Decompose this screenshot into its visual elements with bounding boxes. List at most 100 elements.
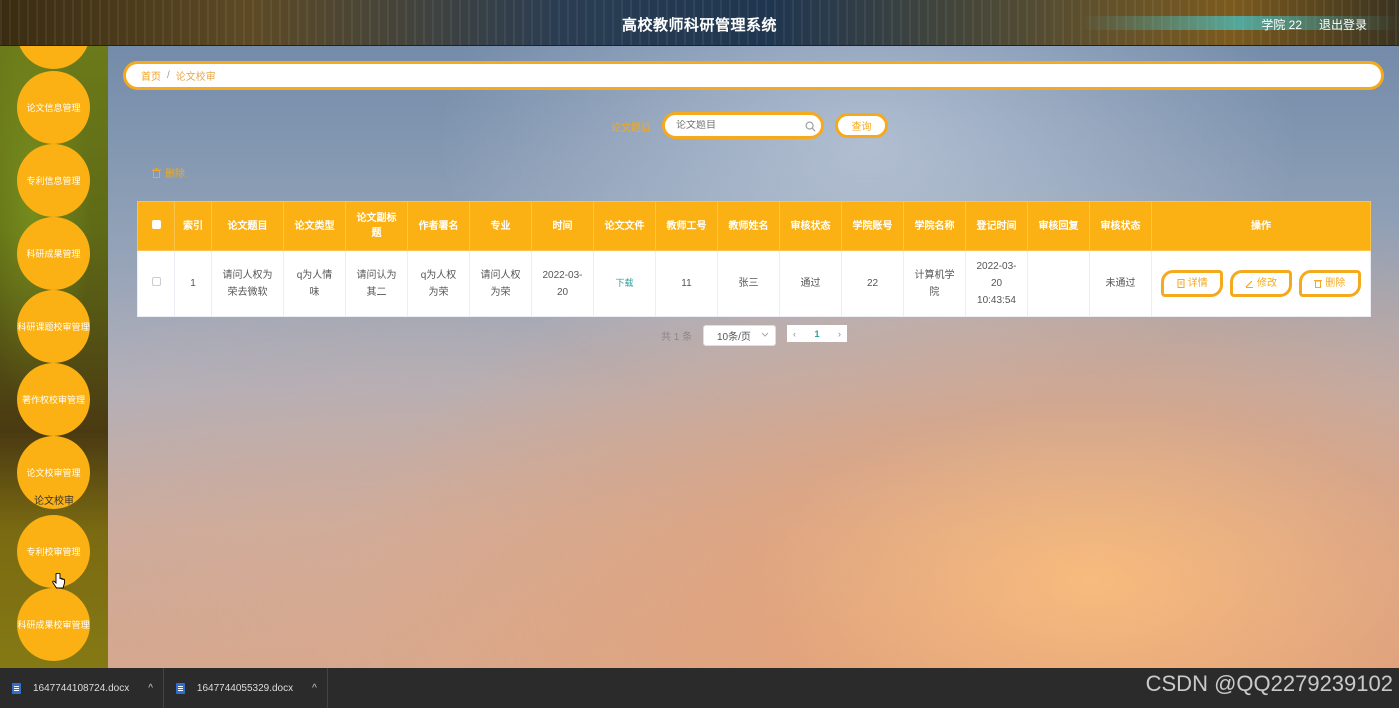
sidebar-item-label: 科研成果管理 [26,249,81,259]
row-checkbox[interactable] [151,277,161,286]
cell-index: 1 [174,250,212,317]
trash-icon [152,167,161,178]
breadcrumb-current: 论文校审 [175,72,216,83]
column-header: 教师工号 [655,201,718,251]
cell-college-name: 计算机学院 [903,250,966,317]
batch-delete-label: 删除 [165,169,185,180]
sidebar-item-label: 专利校审管理 [26,547,81,557]
app-title: 高校教师科研管理系统 [621,17,777,34]
cell-status: 通过 [779,250,842,317]
sidebar-item-label: 科研课题校审管理 [17,322,90,332]
cell-major: 请问人权为荣 [469,250,532,317]
chevron-up-icon[interactable]: ^ [148,683,153,694]
breadcrumb: 首页 / 论文校审 [123,61,1384,90]
select-all-cell [137,201,175,251]
search-icon [805,121,816,132]
column-header: 教师姓名 [717,201,780,251]
chevron-up-icon[interactable]: ^ [312,683,317,694]
row-select-cell [137,250,175,317]
cell-register-time: 2022-03-20 10:43:54 [965,250,1028,317]
column-header: 论文文件 [593,201,656,251]
column-header: 登记时间 [965,201,1028,251]
word-document-icon [12,682,21,694]
download-item[interactable]: 1647744055329.docx ^ [164,668,328,708]
column-header: 学院账号 [841,201,904,251]
sidebar-item-label: 著作权校审管理 [21,395,85,405]
prev-page-icon[interactable]: ‹ [793,329,796,339]
sidebar-item-results-review[interactable]: 科研成果校审管理 [17,588,90,661]
column-header: 作者署名 [407,201,470,251]
sidebar-item-label: 专利信息管理 [26,176,81,186]
page-size-value: 10条/页 [717,332,751,343]
cell-teacher-id: 11 [655,250,718,317]
column-header: 时间 [531,201,594,251]
download-link[interactable]: 下载 [615,278,633,288]
current-user: 学院 22 [1261,18,1302,32]
cell-file: 下载 [593,250,656,317]
trash-icon [1314,280,1323,288]
column-header: 论文题目 [211,201,284,251]
cell-reply [1027,250,1090,317]
select-all-checkbox[interactable] [151,219,161,229]
search-label: 论文题目 [611,123,651,134]
download-filename: 1647744108724.docx [33,682,130,694]
sidebar-item-project-review[interactable]: 科研课题校审管理 [17,290,90,363]
column-header: 专业 [469,201,532,251]
cell-teacher-name: 张三 [717,250,780,317]
logout-link[interactable]: 退出登录 [1319,16,1367,33]
cell-college-account: 22 [841,250,904,317]
column-header: 论文类型 [283,201,346,251]
column-header: 索引 [174,201,212,251]
cell-time: 2022-03-20 [531,250,594,317]
page-size-select[interactable]: 10条/页 [703,325,776,346]
table-row: 1 请问人权为荣去微软 q为人情味 请问认为其二 q为人权为荣 请问人权为荣 2… [137,250,1371,317]
column-header: 学院名称 [903,201,966,251]
sidebar-item-copyright-review[interactable]: 著作权校审管理 [17,363,90,436]
page-number[interactable]: 1 [814,329,819,339]
detail-label: 详情 [1187,278,1208,289]
column-header: 审核回复 [1027,201,1090,251]
detail-button[interactable]: 详情 [1161,270,1224,297]
document-icon [1177,279,1185,288]
pager: ‹ 1 › [787,325,847,342]
batch-delete-button[interactable]: 删除 [152,165,185,180]
paper-review-table: 索引 论文题目 论文类型 论文副标题 作者署名 专业 时间 论文文件 教师工号 … [137,201,1371,317]
search-input[interactable] [676,120,796,131]
sidebar-item-label: 论文信息管理 [26,103,81,113]
column-header: 操作 [1151,201,1371,251]
chevron-down-icon [761,332,769,337]
sidebar-item-label: 论文校审管理 [26,468,81,478]
delete-button[interactable]: 删除 [1298,270,1361,297]
cell-review-status: 未通过 [1089,250,1152,317]
cell-title: 请问人权为荣去微软 [211,250,284,317]
edit-button[interactable]: 修改 [1230,270,1292,297]
hand-cursor-icon [52,573,65,589]
cell-type: q为人情味 [283,250,346,317]
column-header: 审核状态 [1089,201,1152,251]
cell-actions: 详情 修改 删除 [1151,250,1371,317]
download-item[interactable]: 1647744108724.docx ^ [0,668,164,708]
table-header-row: 索引 论文题目 论文类型 论文副标题 作者署名 专业 时间 论文文件 教师工号 … [137,201,1371,251]
next-page-icon[interactable]: › [838,329,841,339]
word-document-icon [175,682,185,694]
download-filename: 1647744055329.docx [196,682,294,694]
cell-author: q为人权为荣 [407,250,470,317]
sidebar-item-paper-info[interactable]: 论文信息管理 [17,71,90,144]
edit-label: 修改 [1257,278,1277,289]
pagination-total: 共 1 条 [661,332,693,343]
column-header: 审核状态 [779,201,842,251]
sidebar-subitem-paper-review[interactable]: 论文校审 [0,492,108,507]
column-header: 论文副标题 [345,201,408,251]
top-header: 高校教师科研管理系统 学院 22 退出登录 [0,0,1399,46]
cell-subtitle: 请问认为其二 [345,250,408,317]
sidebar-item-research-results[interactable]: 科研成果管理 [17,217,90,290]
search-field [662,112,824,139]
sidebar-item-label: 科研成果校审管理 [17,620,90,630]
breadcrumb-home[interactable]: 首页 [141,68,161,83]
delete-label: 删除 [1325,278,1346,289]
breadcrumb-separator: / [167,70,170,81]
search-button[interactable]: 查询 [835,113,888,138]
sidebar-item-patent-info[interactable]: 专利信息管理 [17,144,90,217]
edit-icon [1245,280,1253,288]
watermark: CSDN @QQ2279239102 [1145,671,1393,696]
